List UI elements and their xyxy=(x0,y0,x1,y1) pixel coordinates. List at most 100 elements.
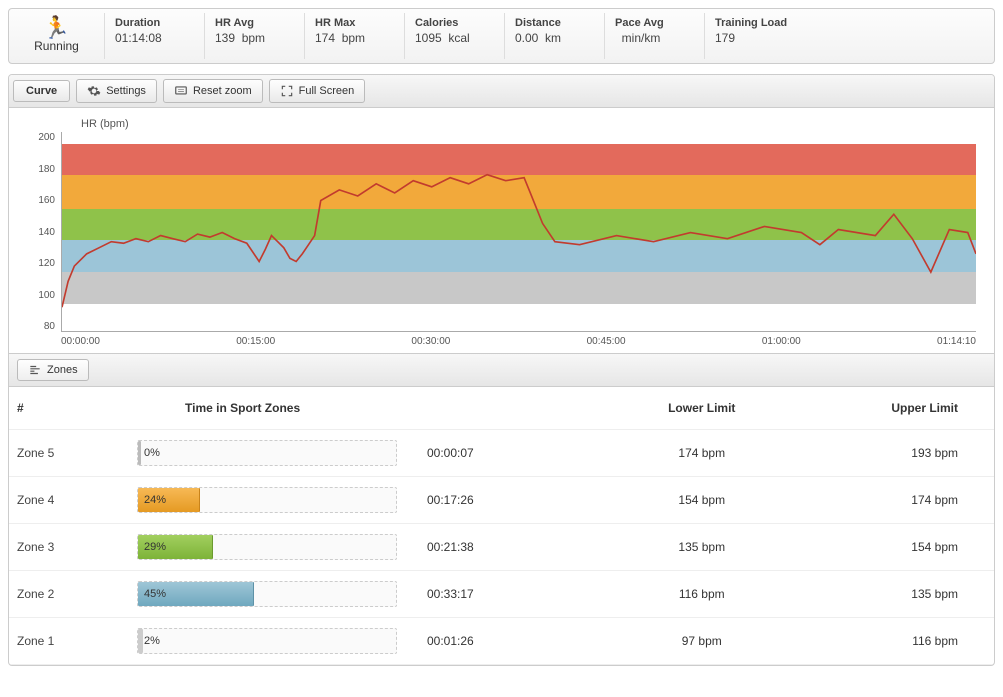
chart-wrap: HR (bpm) 20018016014012010080 00:00:0000… xyxy=(9,108,994,353)
y-tick: 140 xyxy=(38,227,55,238)
zone-bar-cell: 24% xyxy=(137,487,427,513)
hr-max-label: HR Max xyxy=(315,17,388,29)
zone-lower: 97 bpm xyxy=(607,634,797,648)
hdr-bar: Time in Sport Zones xyxy=(137,401,427,415)
pace-cell: Pace Avg min/km xyxy=(605,13,705,59)
distance-label: Distance xyxy=(515,17,588,29)
fullscreen-icon xyxy=(280,84,294,98)
y-axis: 20018016014012010080 xyxy=(27,132,61,332)
zone-time: 00:21:38 xyxy=(427,540,607,554)
zone-upper: 116 bpm xyxy=(797,634,987,648)
zone-lower: 135 bpm xyxy=(607,540,797,554)
settings-label: Settings xyxy=(106,85,146,97)
y-tick: 180 xyxy=(38,164,55,175)
gear-icon xyxy=(87,84,101,98)
hr-avg-cell: HR Avg 139 bpm xyxy=(205,13,305,59)
hr-avg-label: HR Avg xyxy=(215,17,288,29)
x-tick: 00:30:00 xyxy=(411,336,450,347)
zone-row: Zone 5 0% 00:00:07174 bpm193 bpm xyxy=(9,430,994,477)
chart-toolbar: Curve Settings Reset zoom Full Screen xyxy=(9,75,994,108)
zone-bar-cell: 0% xyxy=(137,440,427,466)
x-tick: 01:00:00 xyxy=(762,336,801,347)
chart-panel: Curve Settings Reset zoom Full Screen HR… xyxy=(8,74,995,666)
zone-bar: 24% xyxy=(137,487,397,513)
y-tick: 80 xyxy=(44,321,55,332)
pace-value: min/km xyxy=(615,31,688,45)
zone-name: Zone 3 xyxy=(17,540,137,554)
zone-bar: 2% xyxy=(137,628,397,654)
zone-time: 00:33:17 xyxy=(427,587,607,601)
zone-lower: 174 bpm xyxy=(607,446,797,460)
hr-avg-value: 139 bpm xyxy=(215,31,288,45)
chart-plot[interactable] xyxy=(61,132,976,332)
settings-button[interactable]: Settings xyxy=(76,79,157,103)
hr-max-cell: HR Max 174 bpm xyxy=(305,13,405,59)
y-tick: 100 xyxy=(38,290,55,301)
zone-bar-cell: 29% xyxy=(137,534,427,560)
zones-table: # Time in Sport Zones Lower Limit Upper … xyxy=(9,387,994,665)
tab-zones[interactable]: Zones xyxy=(17,359,89,381)
calories-value: 1095 kcal xyxy=(415,31,488,45)
zone-upper: 154 bpm xyxy=(797,540,987,554)
zone-bar: 29% xyxy=(137,534,397,560)
zone-bar-label: 45% xyxy=(144,588,166,600)
y-tick: 120 xyxy=(38,258,55,269)
load-value: 179 xyxy=(715,31,789,45)
zone-bar-label: 0% xyxy=(144,447,160,459)
zone-row: Zone 2 45% 00:33:17116 bpm135 bpm xyxy=(9,571,994,618)
bars-icon xyxy=(28,363,42,377)
x-tick: 01:14:10 xyxy=(937,336,976,347)
hdr-num: # xyxy=(17,401,137,415)
zone-bar-cell: 45% xyxy=(137,581,427,607)
load-cell: Training Load 179 xyxy=(705,13,805,59)
zone-lower: 154 bpm xyxy=(607,493,797,507)
zone-lower: 116 bpm xyxy=(607,587,797,601)
zone-time: 00:00:07 xyxy=(427,446,607,460)
load-label: Training Load xyxy=(715,17,789,29)
zone-bar-label: 24% xyxy=(144,494,166,506)
hdr-upper: Upper Limit xyxy=(797,401,987,415)
y-tick: 160 xyxy=(38,195,55,206)
zone-row: Zone 4 24% 00:17:26154 bpm174 bpm xyxy=(9,477,994,524)
running-icon: 🏃 xyxy=(25,17,88,39)
chart-area: 20018016014012010080 xyxy=(27,132,976,332)
x-tick: 00:15:00 xyxy=(236,336,275,347)
zone-time: 00:17:26 xyxy=(427,493,607,507)
x-axis: 00:00:00 00:15:00 00:30:00 00:45:00 01:00:00… xyxy=(61,332,976,347)
zone-name: Zone 2 xyxy=(17,587,137,601)
zones-thead: # Time in Sport Zones Lower Limit Upper … xyxy=(9,387,994,430)
calories-cell: Calories 1095 kcal xyxy=(405,13,505,59)
zone-bar-fill xyxy=(138,629,143,653)
x-tick: 00:00:00 xyxy=(61,336,100,347)
zone-name: Zone 5 xyxy=(17,446,137,460)
zone-upper: 135 bpm xyxy=(797,587,987,601)
pace-label: Pace Avg xyxy=(615,17,688,29)
zone-bar-label: 2% xyxy=(144,635,160,647)
tab-curve[interactable]: Curve xyxy=(13,80,70,102)
x-tick: 00:45:00 xyxy=(587,336,626,347)
zones-tab-label: Zones xyxy=(47,364,78,376)
zone-upper: 174 bpm xyxy=(797,493,987,507)
activity-cell: 🏃 Running xyxy=(15,13,105,59)
activity-label: Running xyxy=(25,39,88,53)
zone-bar-fill xyxy=(138,441,141,465)
zone-name: Zone 1 xyxy=(17,634,137,648)
zone-time: 00:01:26 xyxy=(427,634,607,648)
reset-zoom-icon xyxy=(174,84,188,98)
full-screen-label: Full Screen xyxy=(299,85,355,97)
zone-bar-label: 29% xyxy=(144,541,166,553)
zone-bar-cell: 2% xyxy=(137,628,427,654)
summary-bar: 🏃 Running Duration 01:14:08 HR Avg 139 b… xyxy=(8,8,995,64)
reset-zoom-button[interactable]: Reset zoom xyxy=(163,79,263,103)
calories-label: Calories xyxy=(415,17,488,29)
hr-max-value: 174 bpm xyxy=(315,31,388,45)
zone-upper: 193 bpm xyxy=(797,446,987,460)
full-screen-button[interactable]: Full Screen xyxy=(269,79,366,103)
zone-bar: 0% xyxy=(137,440,397,466)
reset-zoom-label: Reset zoom xyxy=(193,85,252,97)
hr-line xyxy=(62,132,976,315)
zone-name: Zone 4 xyxy=(17,493,137,507)
zone-row: Zone 1 2% 00:01:2697 bpm116 bpm xyxy=(9,618,994,665)
chart-y-title: HR (bpm) xyxy=(81,118,976,130)
duration-value: 01:14:08 xyxy=(115,31,188,45)
